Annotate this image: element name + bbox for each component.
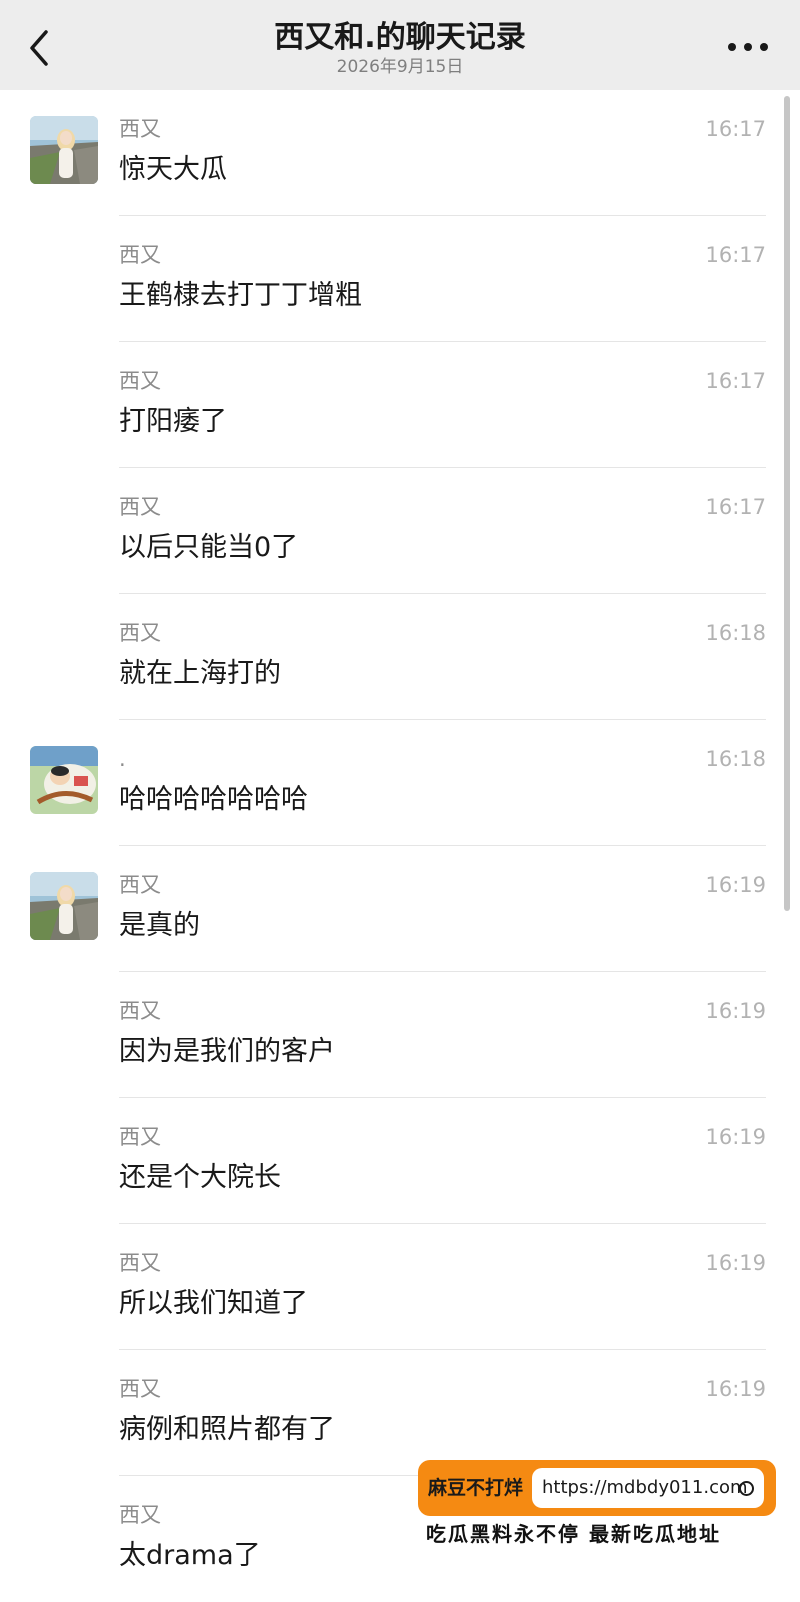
sender-name: 西又: [119, 117, 161, 141]
watermark-url-box: https://mdbdy011.com: [532, 1468, 764, 1508]
avatar[interactable]: [30, 116, 98, 184]
message-text: 打阳痿了: [119, 406, 227, 437]
circle-icon: [739, 1481, 754, 1496]
message-text: 病例和照片都有了: [119, 1414, 335, 1445]
sender-name: 西又: [119, 1377, 161, 1401]
message-row[interactable]: 西又 16:19 病例和照片都有了: [0, 1350, 800, 1476]
message-time: 16:18: [705, 747, 766, 771]
message-text: 还是个大院长: [119, 1162, 281, 1193]
sender-name: .: [119, 747, 126, 771]
sender-name: 西又: [119, 873, 161, 897]
message-row[interactable]: 西又 16:17 以后只能当0了: [0, 468, 800, 594]
chat-history-header: 西又和.的聊天记录 2026年9月15日: [0, 0, 800, 90]
page-title: 西又和.的聊天记录: [274, 20, 526, 55]
message-time: 16:19: [705, 1377, 766, 1401]
message-time: 16:19: [705, 1125, 766, 1149]
chat-date: 2026年9月15日: [336, 57, 464, 77]
watermark-brand: 麻豆不打烊: [428, 1477, 524, 1499]
message-row[interactable]: 西又 16:19 所以我们知道了: [0, 1224, 800, 1350]
avatar[interactable]: [30, 872, 98, 940]
sender-name: 西又: [119, 369, 161, 393]
sender-name: 西又: [119, 621, 161, 645]
message-row[interactable]: 西又 16:17 打阳痿了: [0, 342, 800, 468]
message-time: 16:17: [705, 117, 766, 141]
message-text: 因为是我们的客户: [119, 1036, 335, 1067]
message-time: 16:19: [705, 873, 766, 897]
message-time: 16:19: [705, 1251, 766, 1275]
more-button[interactable]: [726, 34, 770, 60]
message-text: 所以我们知道了: [119, 1288, 308, 1319]
message-time: 16:17: [705, 243, 766, 267]
message-text: 太drama了: [119, 1540, 261, 1571]
sender-name: 西又: [119, 1125, 161, 1149]
message-text: 就在上海打的: [119, 658, 281, 689]
message-row[interactable]: 西又 16:18 就在上海打的: [0, 594, 800, 720]
message-text: 是真的: [119, 910, 200, 941]
watermark-url: https://mdbdy011.com: [542, 1477, 748, 1498]
sender-name: 西又: [119, 1503, 161, 1527]
message-time: 16:19: [705, 999, 766, 1023]
message-row[interactable]: . 16:18 哈哈哈哈哈哈哈: [0, 720, 800, 846]
sender-name: 西又: [119, 495, 161, 519]
message-row[interactable]: 西又 16:17 王鹤棣去打丁丁增粗: [0, 216, 800, 342]
message-text: 惊天大瓜: [119, 154, 227, 185]
message-time: 16:17: [705, 495, 766, 519]
message-time: 16:18: [705, 621, 766, 645]
message-text: 哈哈哈哈哈哈哈: [119, 784, 308, 815]
message-row[interactable]: 西又 16:19 还是个大院长: [0, 1098, 800, 1224]
message-list[interactable]: 西又 16:17 惊天大瓜 西又 16:17 王鹤棣去打丁丁增粗 西又 16:17 打阳痿了 西又…: [0, 90, 800, 1602]
sender-name: 西又: [119, 1251, 161, 1275]
watermark-badge: 麻豆不打烊 https://mdbdy011.com: [418, 1460, 776, 1516]
message-row[interactable]: 西又 16:17 惊天大瓜: [0, 90, 800, 216]
sender-name: 西又: [119, 243, 161, 267]
message-row[interactable]: 西又 16:19 是真的: [0, 846, 800, 972]
message-text: 王鹤棣去打丁丁增粗: [119, 280, 362, 311]
avatar[interactable]: [30, 746, 98, 814]
watermark-slogan: 吃瓜黑料永不停 最新吃瓜地址: [426, 1522, 721, 1546]
message-row[interactable]: 西又 16:19 因为是我们的客户: [0, 972, 800, 1098]
message-time: 16:17: [705, 369, 766, 393]
message-text: 以后只能当0了: [119, 532, 299, 563]
more-dots-icon: [728, 43, 768, 51]
scrollbar[interactable]: [784, 96, 790, 911]
sender-name: 西又: [119, 999, 161, 1023]
